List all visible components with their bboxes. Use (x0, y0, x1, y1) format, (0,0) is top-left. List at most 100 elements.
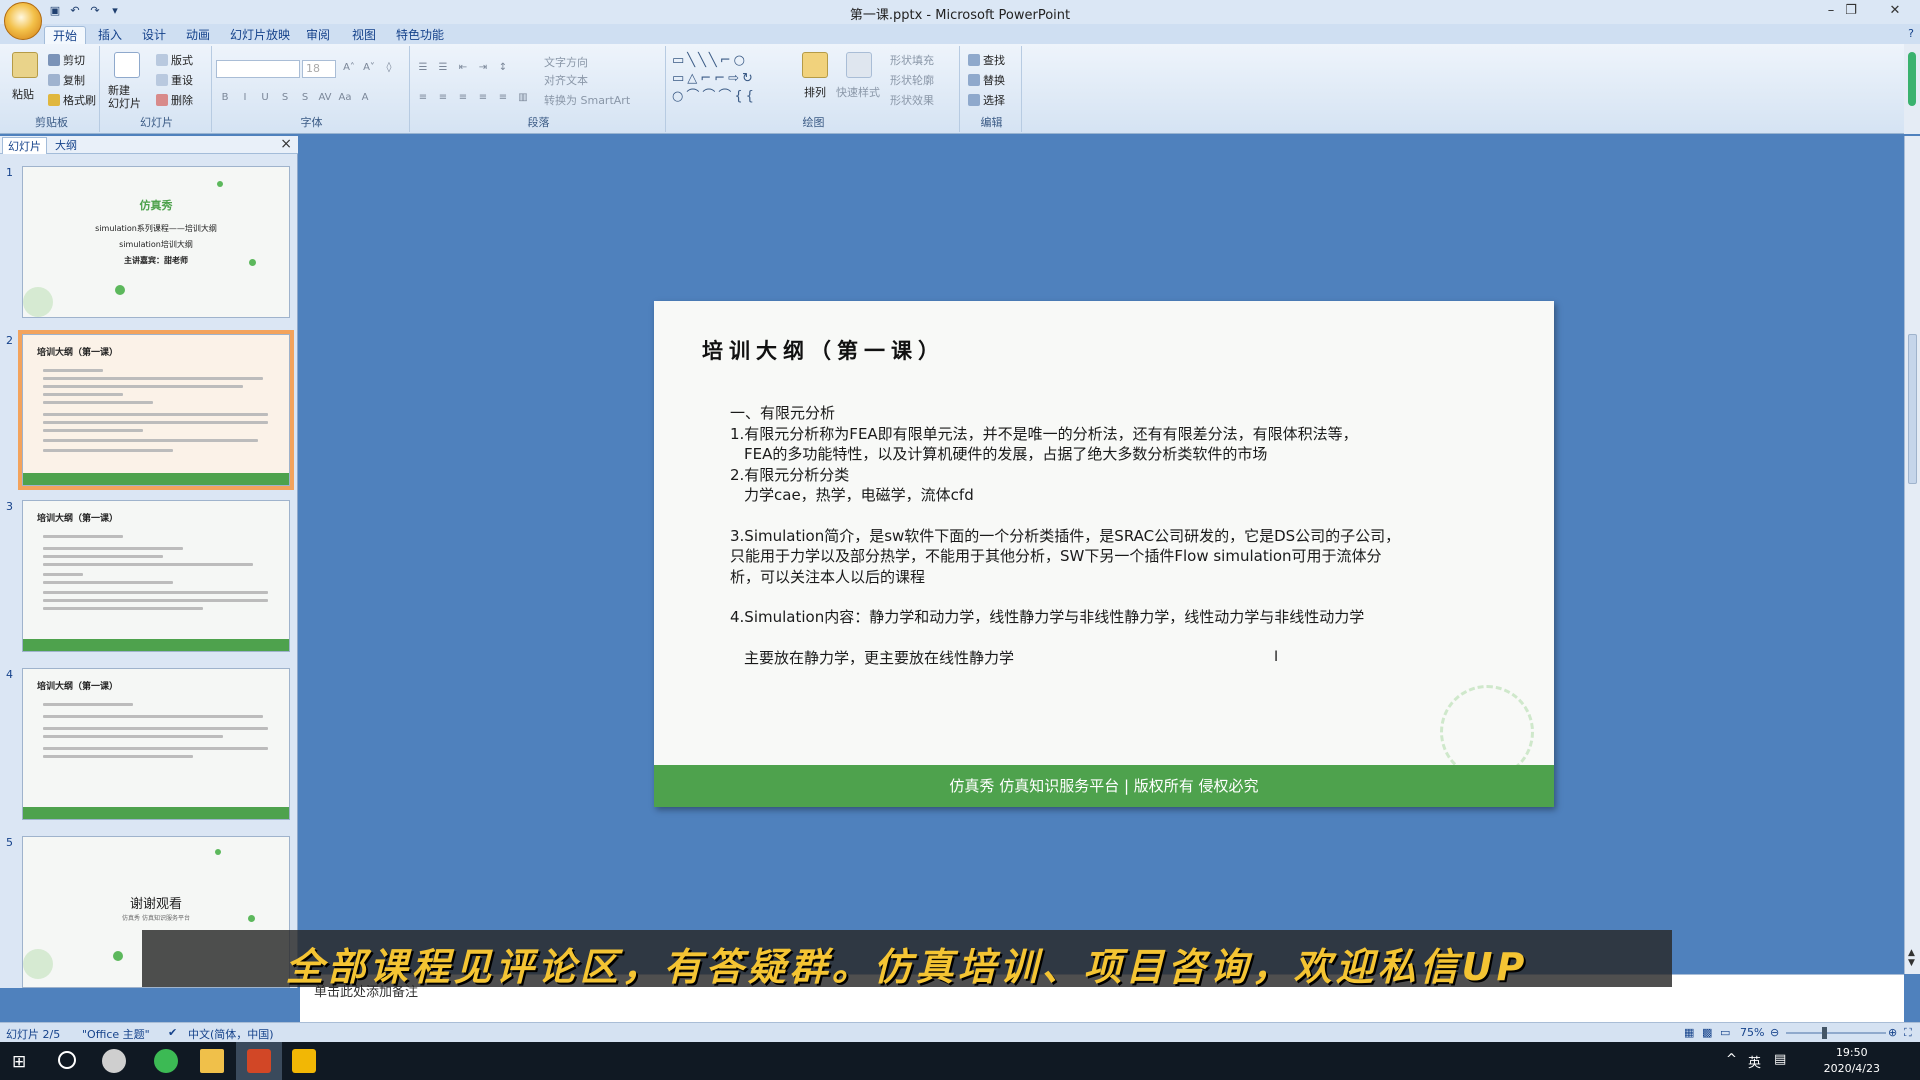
increase-indent-icon[interactable]: ⇥ (474, 60, 492, 76)
tab-home[interactable]: 开始 (44, 26, 87, 44)
powerpoint-icon[interactable] (247, 1049, 271, 1073)
new-slide-icon[interactable] (114, 52, 140, 78)
arrange-icon[interactable] (802, 52, 828, 78)
new-slide-button[interactable]: 新建 幻灯片 (108, 84, 141, 110)
numbering-icon[interactable]: ☰ (434, 60, 452, 76)
select-button[interactable]: 选择 (968, 92, 1005, 108)
align-center-icon[interactable]: ≡ (434, 90, 452, 106)
columns-icon[interactable]: ▥ (514, 90, 532, 106)
arrange-button[interactable]: 排列 (804, 84, 826, 100)
vertical-scrollbar[interactable]: ▲ ▼ (1904, 136, 1920, 974)
bold-icon[interactable]: B (216, 90, 234, 106)
slide-title[interactable]: 培训大纲（第一课） (702, 335, 945, 365)
zoom-level[interactable]: 75% (1740, 1026, 1764, 1039)
shapes-gallery[interactable]: ▭╲╲╲⌐○ ▭△⌐⌐⇨↻ ○⌒⌒⌒{{ (672, 52, 792, 106)
slideshow-view-icon[interactable]: ▭ (1720, 1026, 1730, 1039)
slide-thumbnail-4[interactable]: 培训大纲（第一课） (22, 668, 290, 820)
case-icon[interactable]: Aa (336, 90, 354, 106)
shape-fill-button[interactable]: 形状填充 (890, 52, 934, 68)
cortana-icon[interactable] (58, 1051, 76, 1069)
recorder-icon[interactable] (292, 1049, 316, 1073)
notification-icon[interactable]: ▤ (1774, 1052, 1786, 1067)
tab-insert[interactable]: 插入 (90, 26, 130, 44)
decrease-indent-icon[interactable]: ⇤ (454, 60, 472, 76)
text-direction-button[interactable]: 文字方向 (544, 54, 588, 70)
shrink-font-icon[interactable]: A˅ (360, 60, 378, 76)
windows-start-icon[interactable]: ⊞ (12, 1052, 26, 1072)
language[interactable]: 中文(简体，中国) (188, 1026, 274, 1042)
ime-indicator[interactable]: 英 (1748, 1052, 1761, 1071)
paste-icon[interactable] (12, 52, 38, 78)
close-icon[interactable]: ✕ (1880, 2, 1910, 22)
panel-close-icon[interactable]: × (280, 136, 292, 152)
distribute-icon[interactable]: ≡ (494, 90, 512, 106)
quick-styles-button[interactable]: 快速样式 (836, 84, 880, 100)
system-clock[interactable]: 19:50 2020/4/23 (1824, 1045, 1880, 1077)
file-explorer-icon[interactable] (200, 1049, 224, 1073)
tab-slides[interactable]: 幻灯片 (2, 137, 47, 154)
zoom-slider[interactable] (1786, 1027, 1886, 1039)
layout-button[interactable]: 版式 (156, 52, 193, 68)
strikethrough-icon[interactable]: S (276, 90, 294, 106)
bullets-icon[interactable]: ☰ (414, 60, 432, 76)
smartart-button[interactable]: 转换为 SmartArt (544, 92, 630, 108)
italic-icon[interactable]: I (236, 90, 254, 106)
underline-icon[interactable]: U (256, 90, 274, 106)
tab-review[interactable]: 审阅 (298, 26, 338, 44)
cut-button[interactable]: 剪切 (48, 52, 85, 68)
tray-expand-icon[interactable]: ^ (1726, 1052, 1737, 1067)
fit-window-icon[interactable]: ⛶ (1904, 1026, 1912, 1040)
zoom-in-icon[interactable]: ⊕ (1888, 1026, 1897, 1039)
current-slide[interactable]: 培训大纲（第一课） 一、有限元分析 1.有限元分析称为FEA即有限单元法，并不是… (654, 301, 1554, 807)
align-right-icon[interactable]: ≡ (454, 90, 472, 106)
tab-view[interactable]: 视图 (344, 26, 384, 44)
line-spacing-icon[interactable]: ↕ (494, 60, 512, 76)
tab-animations[interactable]: 动画 (178, 26, 218, 44)
redo-icon[interactable]: ↷ (88, 4, 102, 18)
align-text-button[interactable]: 对齐文本 (544, 72, 588, 88)
undo-icon[interactable]: ↶ (68, 4, 82, 18)
restore-icon[interactable]: ❐ (1836, 2, 1866, 22)
shape-outline-button[interactable]: 形状轮廓 (890, 72, 934, 88)
customize-qat-icon[interactable]: ▾ (108, 4, 122, 18)
sorter-view-icon[interactable]: ▩ (1702, 1026, 1712, 1039)
font-color-icon[interactable]: A (356, 90, 374, 106)
reset-button[interactable]: 重设 (156, 72, 193, 88)
scroll-thumb[interactable] (1908, 334, 1917, 484)
save-icon[interactable]: ▣ (48, 4, 62, 18)
browser-icon[interactable] (154, 1049, 178, 1073)
quick-styles-icon[interactable] (846, 52, 872, 78)
slide-thumbnail-3[interactable]: 培训大纲（第一课） (22, 500, 290, 652)
help-icon[interactable]: ? (1908, 27, 1914, 40)
align-left-icon[interactable]: ≡ (414, 90, 432, 106)
scroll-thumb[interactable] (1908, 52, 1916, 106)
slide-thumbnail-1[interactable]: 仿真秀 simulation系列课程——培训大纲 simulation培训大纲 … (22, 166, 290, 318)
font-size-box[interactable]: 18 (302, 60, 336, 78)
shape-effects-button[interactable]: 形状效果 (890, 92, 934, 108)
paste-button[interactable]: 粘贴 (12, 86, 34, 102)
clear-format-icon[interactable]: ◊ (380, 60, 398, 76)
office-button[interactable] (4, 2, 42, 40)
find-button[interactable]: 查找 (968, 52, 1005, 68)
justify-icon[interactable]: ≡ (474, 90, 492, 106)
normal-view-icon[interactable]: ▦ (1684, 1026, 1694, 1039)
spellcheck-icon[interactable]: ✔ (168, 1026, 177, 1039)
spacing-icon[interactable]: AV (316, 90, 334, 106)
zoom-out-icon[interactable]: ⊖ (1770, 1026, 1779, 1039)
zoom-slider-thumb[interactable] (1822, 1027, 1827, 1039)
delete-slide-button[interactable]: 删除 (156, 92, 193, 108)
app-icon[interactable] (102, 1049, 126, 1073)
grow-font-icon[interactable]: A˄ (340, 60, 358, 76)
format-painter-button[interactable]: 格式刷 (48, 92, 96, 108)
tab-design[interactable]: 设计 (134, 26, 174, 44)
page-nav-icon[interactable]: ▲ ▼ (1908, 948, 1915, 968)
shadow-icon[interactable]: S (296, 90, 314, 106)
copy-button[interactable]: 复制 (48, 72, 85, 88)
tab-slideshow[interactable]: 幻灯片放映 (222, 26, 298, 44)
ribbon-scrollbar[interactable] (1904, 44, 1920, 134)
font-name-box[interactable] (216, 60, 300, 78)
tab-outline[interactable]: 大纲 (50, 137, 82, 154)
slide-thumbnail-2[interactable]: 培训大纲（第一课） (18, 330, 294, 490)
replace-button[interactable]: 替换 (968, 72, 1005, 88)
tab-special[interactable]: 特色功能 (388, 26, 452, 44)
